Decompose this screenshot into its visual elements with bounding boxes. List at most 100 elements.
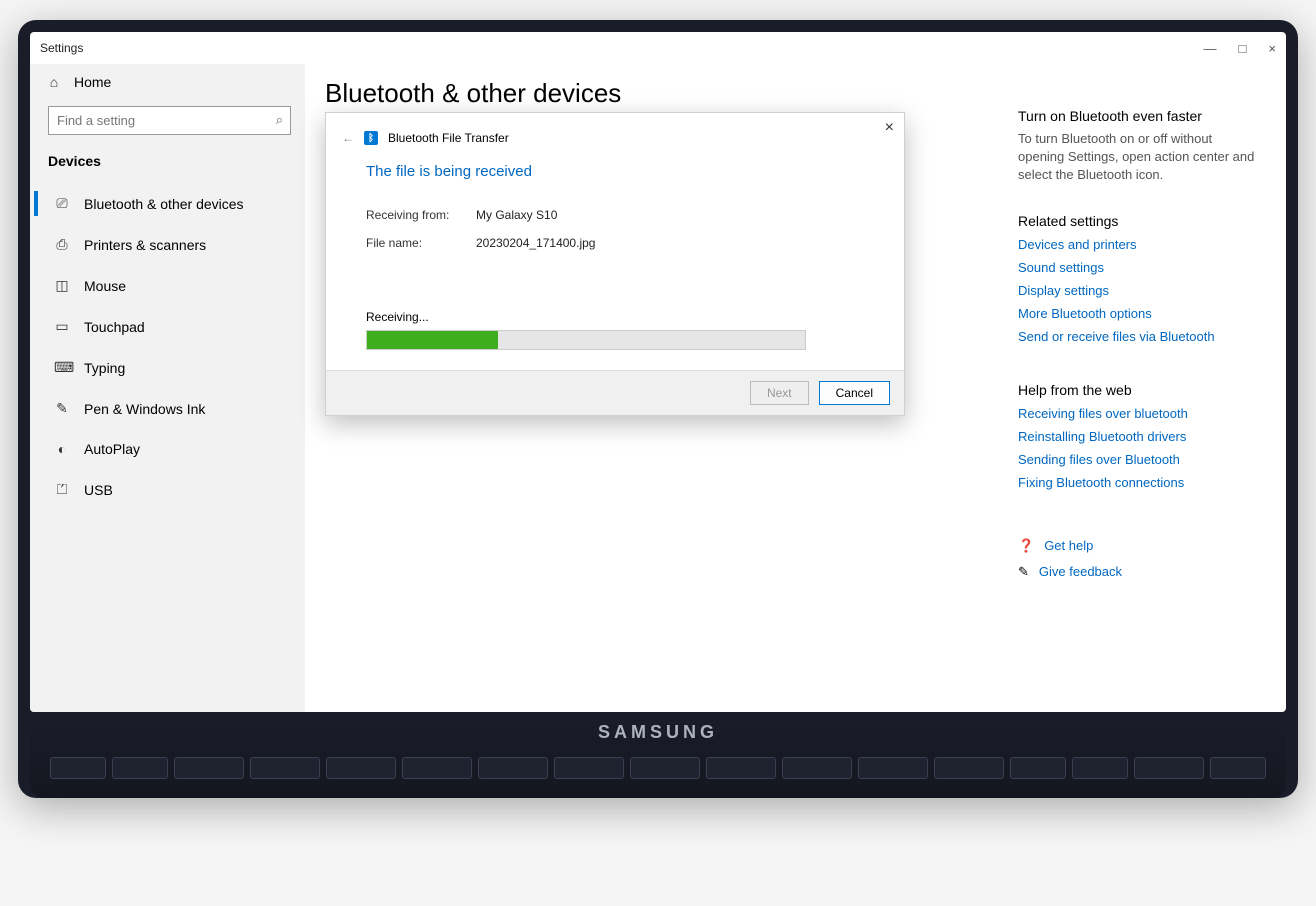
main-area: Bluetooth & other devices × ← ᛒ Bluetoot… bbox=[305, 64, 1286, 712]
link-send-receive-bt[interactable]: Send or receive files via Bluetooth bbox=[1018, 329, 1260, 344]
sidebar-item-label: Bluetooth & other devices bbox=[84, 196, 244, 212]
dialog-close-button[interactable]: × bbox=[885, 119, 894, 137]
link-send-files[interactable]: Sending files over Bluetooth bbox=[1018, 452, 1260, 467]
sidebar-item-typing[interactable]: ⌨ Typing bbox=[34, 347, 305, 388]
sidebar: ⌂ Home ⌕ Devices ⎚ Bluetooth & other dev… bbox=[30, 64, 305, 712]
bluetooth-badge-icon: ᛒ bbox=[364, 131, 378, 145]
minimize-button[interactable]: — bbox=[1204, 41, 1217, 56]
sidebar-item-usb[interactable]: ⏍ USB bbox=[34, 469, 305, 510]
key bbox=[478, 757, 548, 779]
tip-heading: Turn on Bluetooth even faster bbox=[1018, 108, 1260, 124]
tip-text: To turn Bluetooth on or off without open… bbox=[1018, 130, 1260, 185]
key bbox=[706, 757, 776, 779]
key bbox=[402, 757, 472, 779]
back-arrow-icon[interactable]: ← bbox=[342, 131, 354, 145]
home-icon: ⌂ bbox=[46, 74, 62, 90]
maximize-button[interactable]: □ bbox=[1239, 41, 1247, 56]
receiving-from-label: Receiving from: bbox=[366, 208, 476, 222]
search-box: ⌕ bbox=[48, 106, 291, 135]
touchpad-icon: ▭ bbox=[54, 318, 70, 335]
link-fix-connections[interactable]: Fixing Bluetooth connections bbox=[1018, 475, 1260, 490]
key bbox=[1010, 757, 1066, 779]
printer-icon: ⎙ bbox=[54, 236, 70, 253]
window-titlebar: Settings — □ × bbox=[30, 32, 1286, 64]
feedback-row[interactable]: ✎ Give feedback bbox=[1018, 564, 1260, 580]
usb-icon: ⏍ bbox=[54, 481, 70, 498]
key bbox=[630, 757, 700, 779]
progress-label: Receiving... bbox=[366, 310, 864, 324]
sidebar-item-label: USB bbox=[84, 482, 113, 498]
link-reinstall-drivers[interactable]: Reinstalling Bluetooth drivers bbox=[1018, 429, 1260, 444]
sidebar-item-printers[interactable]: ⎙ Printers & scanners bbox=[34, 224, 305, 265]
get-help-row[interactable]: ❓ Get help bbox=[1018, 538, 1260, 554]
file-name-row: File name: 20230204_171400.jpg bbox=[366, 236, 864, 250]
dialog-footer: Next Cancel bbox=[326, 370, 904, 415]
receiving-from-value: My Galaxy S10 bbox=[476, 208, 557, 222]
sidebar-item-mouse[interactable]: ◫ Mouse bbox=[34, 265, 305, 306]
right-pane: Turn on Bluetooth even faster To turn Bl… bbox=[1006, 70, 1266, 702]
sidebar-item-label: Touchpad bbox=[84, 319, 145, 335]
key bbox=[934, 757, 1004, 779]
sidebar-item-autoplay[interactable]: ◐ AutoPlay bbox=[34, 429, 305, 469]
app-body: ⌂ Home ⌕ Devices ⎚ Bluetooth & other dev… bbox=[30, 64, 1286, 712]
progress-fill bbox=[367, 331, 498, 349]
link-sound-settings[interactable]: Sound settings bbox=[1018, 260, 1260, 275]
sidebar-item-bluetooth[interactable]: ⎚ Bluetooth & other devices bbox=[34, 183, 305, 224]
dialog-body: The file is being received Receiving fro… bbox=[326, 153, 904, 370]
receiving-from-row: Receiving from: My Galaxy S10 bbox=[366, 208, 864, 222]
key bbox=[50, 757, 106, 779]
file-name-label: File name: bbox=[366, 236, 476, 250]
key bbox=[1134, 757, 1204, 779]
sidebar-item-label: Pen & Windows Ink bbox=[84, 401, 205, 417]
key bbox=[554, 757, 624, 779]
close-button[interactable]: × bbox=[1268, 41, 1276, 56]
progress-area: Receiving... bbox=[366, 310, 864, 350]
pen-icon: ✎ bbox=[54, 400, 70, 417]
laptop-deck: SAMSUNG bbox=[30, 718, 1286, 798]
link-receive-files[interactable]: Receiving files over bluetooth bbox=[1018, 406, 1260, 421]
sidebar-item-touchpad[interactable]: ▭ Touchpad bbox=[34, 306, 305, 347]
sidebar-item-label: AutoPlay bbox=[84, 441, 140, 457]
key bbox=[858, 757, 928, 779]
keyboard-icon: ⌨ bbox=[54, 359, 70, 376]
key bbox=[782, 757, 852, 779]
dialog-header-title: Bluetooth File Transfer bbox=[388, 131, 509, 145]
search-icon: ⌕ bbox=[276, 112, 283, 128]
sidebar-home[interactable]: ⌂ Home bbox=[34, 64, 305, 100]
dialog-title: The file is being received bbox=[366, 163, 864, 180]
dialog-header: ← ᛒ Bluetooth File Transfer bbox=[326, 113, 904, 153]
sidebar-item-label: Mouse bbox=[84, 278, 126, 294]
cancel-button[interactable]: Cancel bbox=[819, 381, 890, 405]
bluetooth-transfer-dialog: × ← ᛒ Bluetooth File Transfer The file i… bbox=[325, 112, 905, 416]
link-display-settings[interactable]: Display settings bbox=[1018, 283, 1260, 298]
related-heading: Related settings bbox=[1018, 213, 1260, 229]
sidebar-heading: Devices bbox=[34, 147, 305, 183]
screen: Settings — □ × ⌂ Home ⌕ Devices ⎚ bbox=[30, 32, 1286, 712]
window-title: Settings bbox=[40, 41, 83, 55]
page-title: Bluetooth & other devices bbox=[325, 78, 1006, 109]
feedback-icon: ✎ bbox=[1018, 564, 1029, 580]
content-area: Bluetooth & other devices × ← ᛒ Bluetoot… bbox=[325, 70, 1006, 702]
help-heading: Help from the web bbox=[1018, 382, 1260, 398]
key bbox=[174, 757, 244, 779]
sidebar-item-label: Printers & scanners bbox=[84, 237, 206, 253]
window-controls: — □ × bbox=[1204, 41, 1276, 56]
laptop-frame: Settings — □ × ⌂ Home ⌕ Devices ⎚ bbox=[18, 20, 1298, 798]
feedback-link[interactable]: Give feedback bbox=[1039, 564, 1122, 579]
key bbox=[250, 757, 320, 779]
sidebar-item-pen[interactable]: ✎ Pen & Windows Ink bbox=[34, 388, 305, 429]
link-devices-printers[interactable]: Devices and printers bbox=[1018, 237, 1260, 252]
key bbox=[1072, 757, 1128, 779]
bluetooth-icon: ⎚ bbox=[54, 195, 70, 212]
sidebar-home-label: Home bbox=[74, 74, 111, 90]
sidebar-item-label: Typing bbox=[84, 360, 125, 376]
progress-bar bbox=[366, 330, 806, 350]
link-more-bt-options[interactable]: More Bluetooth options bbox=[1018, 306, 1260, 321]
file-name-value: 20230204_171400.jpg bbox=[476, 236, 595, 250]
laptop-brand: SAMSUNG bbox=[598, 722, 718, 743]
search-input[interactable] bbox=[48, 106, 291, 135]
keyboard-row bbox=[50, 757, 1266, 779]
help-icon: ❓ bbox=[1018, 538, 1034, 554]
get-help-link[interactable]: Get help bbox=[1044, 538, 1093, 553]
key bbox=[112, 757, 168, 779]
